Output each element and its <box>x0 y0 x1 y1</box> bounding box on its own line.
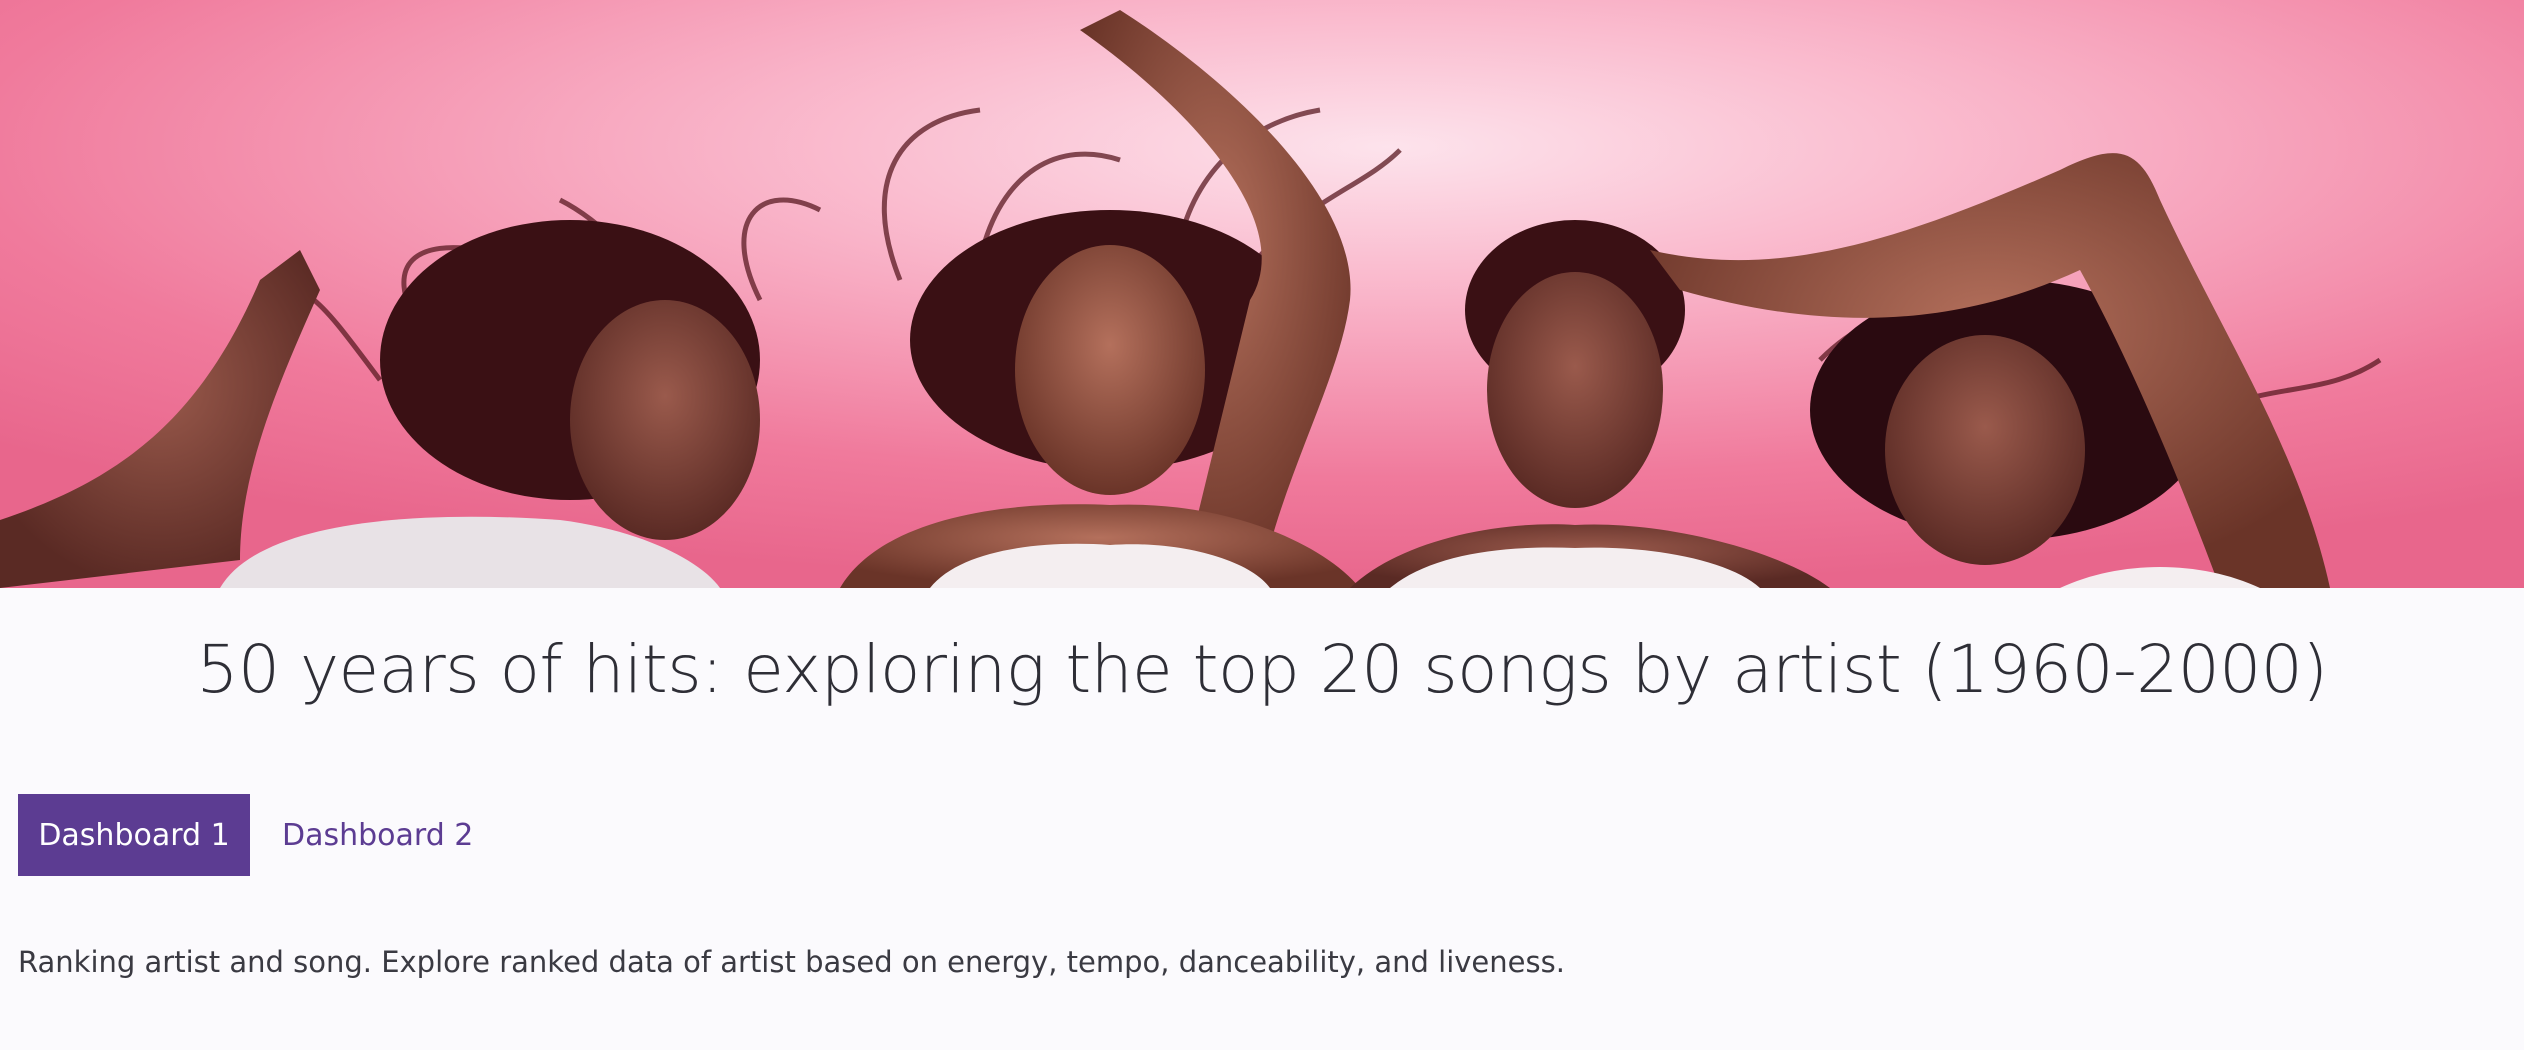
tab-dashboard-2[interactable]: Dashboard 2 <box>250 794 505 876</box>
page-description: Ranking artist and song. Explore ranked … <box>18 945 1565 979</box>
page-title: 50 years of hits: exploring the top 20 s… <box>196 631 2328 708</box>
hero-banner-image <box>0 0 2524 588</box>
tab-dashboard-1[interactable]: Dashboard 1 <box>18 794 250 876</box>
dashboard-tabs: Dashboard 1 Dashboard 2 <box>18 794 505 876</box>
